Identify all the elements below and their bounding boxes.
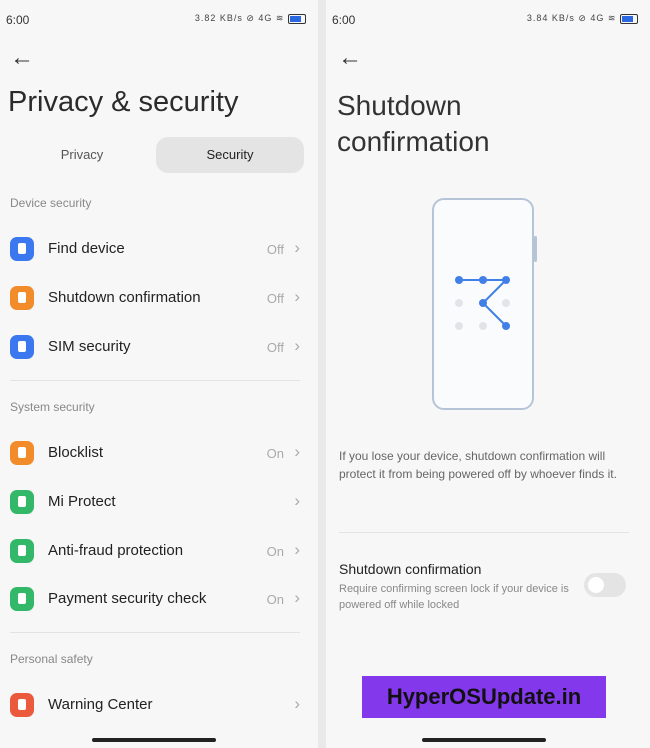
chevron-right-icon: › xyxy=(294,491,300,510)
status-icons: 3.82 KB/s ⊘ 4G ≋ xyxy=(195,13,306,24)
status-icons: 3.84 KB/s ⊘ 4G ≋ xyxy=(527,13,638,24)
settings-row-label: SIM security xyxy=(48,338,131,355)
pattern-dot xyxy=(479,276,487,284)
phone-side-button xyxy=(534,236,537,262)
setting-title: Shutdown confirmation xyxy=(339,561,482,577)
chevron-right-icon: › xyxy=(294,238,300,257)
section-header: Device security xyxy=(10,196,92,210)
page-title: Privacy & security xyxy=(8,86,239,118)
settings-row-value: Off xyxy=(266,291,284,306)
settings-row[interactable]: Warning Center › xyxy=(0,686,318,726)
toggle-knob xyxy=(588,577,604,593)
check-circle-icon xyxy=(10,587,34,611)
settings-row-label: Shutdown confirmation xyxy=(48,289,201,306)
pattern-dot xyxy=(479,299,487,307)
settings-row[interactable]: Blocklist On › xyxy=(0,434,318,474)
settings-row-value: Off xyxy=(266,242,284,257)
phone-icon xyxy=(10,539,34,563)
settings-row[interactable]: Anti-fraud protection On › xyxy=(0,532,318,572)
pattern-dot xyxy=(479,322,487,330)
alarm-icon xyxy=(10,693,34,717)
privacy-security-screen: 6:00 3.82 KB/s ⊘ 4G ≋ ← Privacy & securi… xyxy=(0,0,318,748)
pattern-dot xyxy=(455,322,463,330)
pattern-dot xyxy=(502,276,510,284)
phone-illustration xyxy=(432,198,537,410)
section-header: Personal safety xyxy=(10,652,93,666)
find-device-icon xyxy=(10,237,34,261)
page-title: Shutdown confirmation xyxy=(337,88,490,160)
section-header: System security xyxy=(10,400,95,414)
settings-row-label: Mi Protect xyxy=(48,493,116,510)
tab-security[interactable]: Security xyxy=(156,137,304,173)
settings-row[interactable]: Find device Off › xyxy=(0,230,318,270)
settings-row-label: Blocklist xyxy=(48,444,104,461)
description-text: If you lose your device, shutdown confir… xyxy=(339,449,617,481)
watermark-banner: HyperOSUpdate.in xyxy=(362,676,606,718)
settings-row-label: Anti-fraud protection xyxy=(48,542,184,559)
chevron-right-icon: › xyxy=(294,287,300,306)
shutdown-confirmation-toggle[interactable] xyxy=(584,573,626,597)
shield-icon xyxy=(10,441,34,465)
shield-check-icon xyxy=(10,490,34,514)
pattern-dot xyxy=(502,299,510,307)
chevron-right-icon: › xyxy=(294,442,300,461)
tab-privacy[interactable]: Privacy xyxy=(8,137,156,173)
divider xyxy=(339,532,629,533)
status-bar: 6:00 3.84 KB/s ⊘ 4G ≋ xyxy=(326,10,650,30)
pattern-dot xyxy=(502,322,510,330)
chevron-right-icon: › xyxy=(294,588,300,607)
chevron-right-icon: › xyxy=(294,694,300,713)
home-indicator[interactable] xyxy=(92,738,216,742)
battery-icon xyxy=(620,13,638,24)
tab-bar: Privacy Security xyxy=(8,137,304,173)
settings-row-label: Find device xyxy=(48,240,125,257)
settings-row-value: Off xyxy=(266,340,284,355)
status-time: 6:00 xyxy=(6,13,30,27)
chevron-right-icon: › xyxy=(294,540,300,559)
divider xyxy=(10,380,300,381)
settings-row[interactable]: Shutdown confirmation Off › xyxy=(0,279,318,319)
status-time: 6:00 xyxy=(332,13,356,27)
divider xyxy=(10,632,300,633)
pattern-dot xyxy=(455,299,463,307)
back-arrow-icon[interactable]: ← xyxy=(10,44,34,72)
pattern-lock-icon xyxy=(455,276,510,330)
settings-row[interactable]: SIM security Off › xyxy=(0,328,318,368)
setting-subtitle: Require confirming screen lock if your d… xyxy=(339,583,569,611)
settings-row-value: On xyxy=(266,544,284,559)
settings-row-label: Warning Center xyxy=(48,696,153,713)
home-indicator[interactable] xyxy=(422,738,546,742)
page-title-line1: Shutdown xyxy=(337,90,462,121)
status-icons-text: 3.84 KB/s ⊘ 4G ≋ xyxy=(526,13,617,23)
page-title-line2: confirmation xyxy=(337,126,490,157)
pattern-dot xyxy=(455,276,463,284)
settings-row[interactable]: Payment security check On › xyxy=(0,580,318,620)
shutdown-confirmation-screen: 6:00 3.84 KB/s ⊘ 4G ≋ ← Shutdown confirm… xyxy=(326,0,650,748)
settings-row[interactable]: Mi Protect › xyxy=(0,483,318,523)
settings-row-value: On xyxy=(266,446,284,461)
status-bar: 6:00 3.82 KB/s ⊘ 4G ≋ xyxy=(0,10,318,30)
back-arrow-icon[interactable]: ← xyxy=(338,44,362,72)
settings-row-label: Payment security check xyxy=(48,590,207,607)
settings-row-value: On xyxy=(266,592,284,607)
chevron-right-icon: › xyxy=(294,336,300,355)
status-icons-text: 3.82 KB/s ⊘ 4G ≋ xyxy=(194,13,285,23)
sim-card-icon xyxy=(10,335,34,359)
battery-icon xyxy=(288,13,306,24)
lock-icon xyxy=(10,286,34,310)
